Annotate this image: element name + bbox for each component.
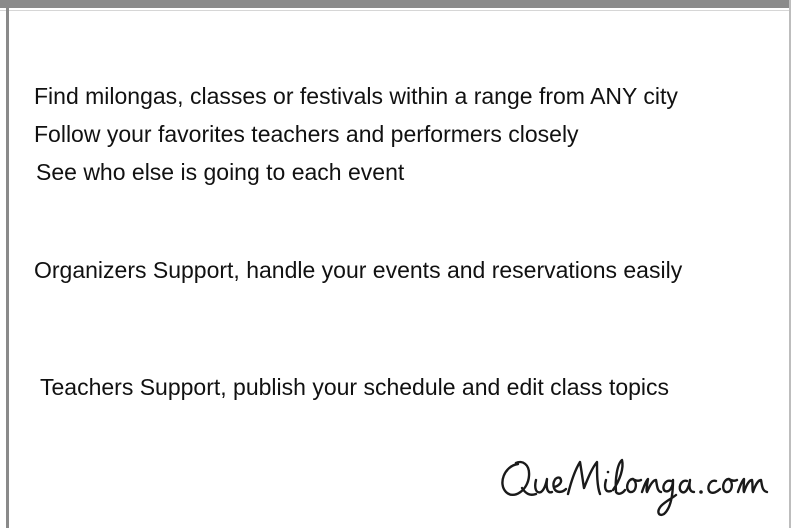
feature-follow-teachers: Follow your favorites teachers and perfo… (34, 121, 579, 147)
feature-see-attendees: See who else is going to each event (36, 159, 405, 185)
feature-find-events: Find milongas, classes or festivals with… (34, 83, 678, 109)
teachers-support-text: Teachers Support, publish your schedule … (40, 374, 670, 400)
top-border (0, 0, 791, 10)
top-border-inner (0, 10, 791, 11)
organizers-support-text: Organizers Support, handle your events a… (34, 257, 683, 283)
quemilonga-logo (496, 450, 786, 525)
left-border (6, 0, 9, 528)
